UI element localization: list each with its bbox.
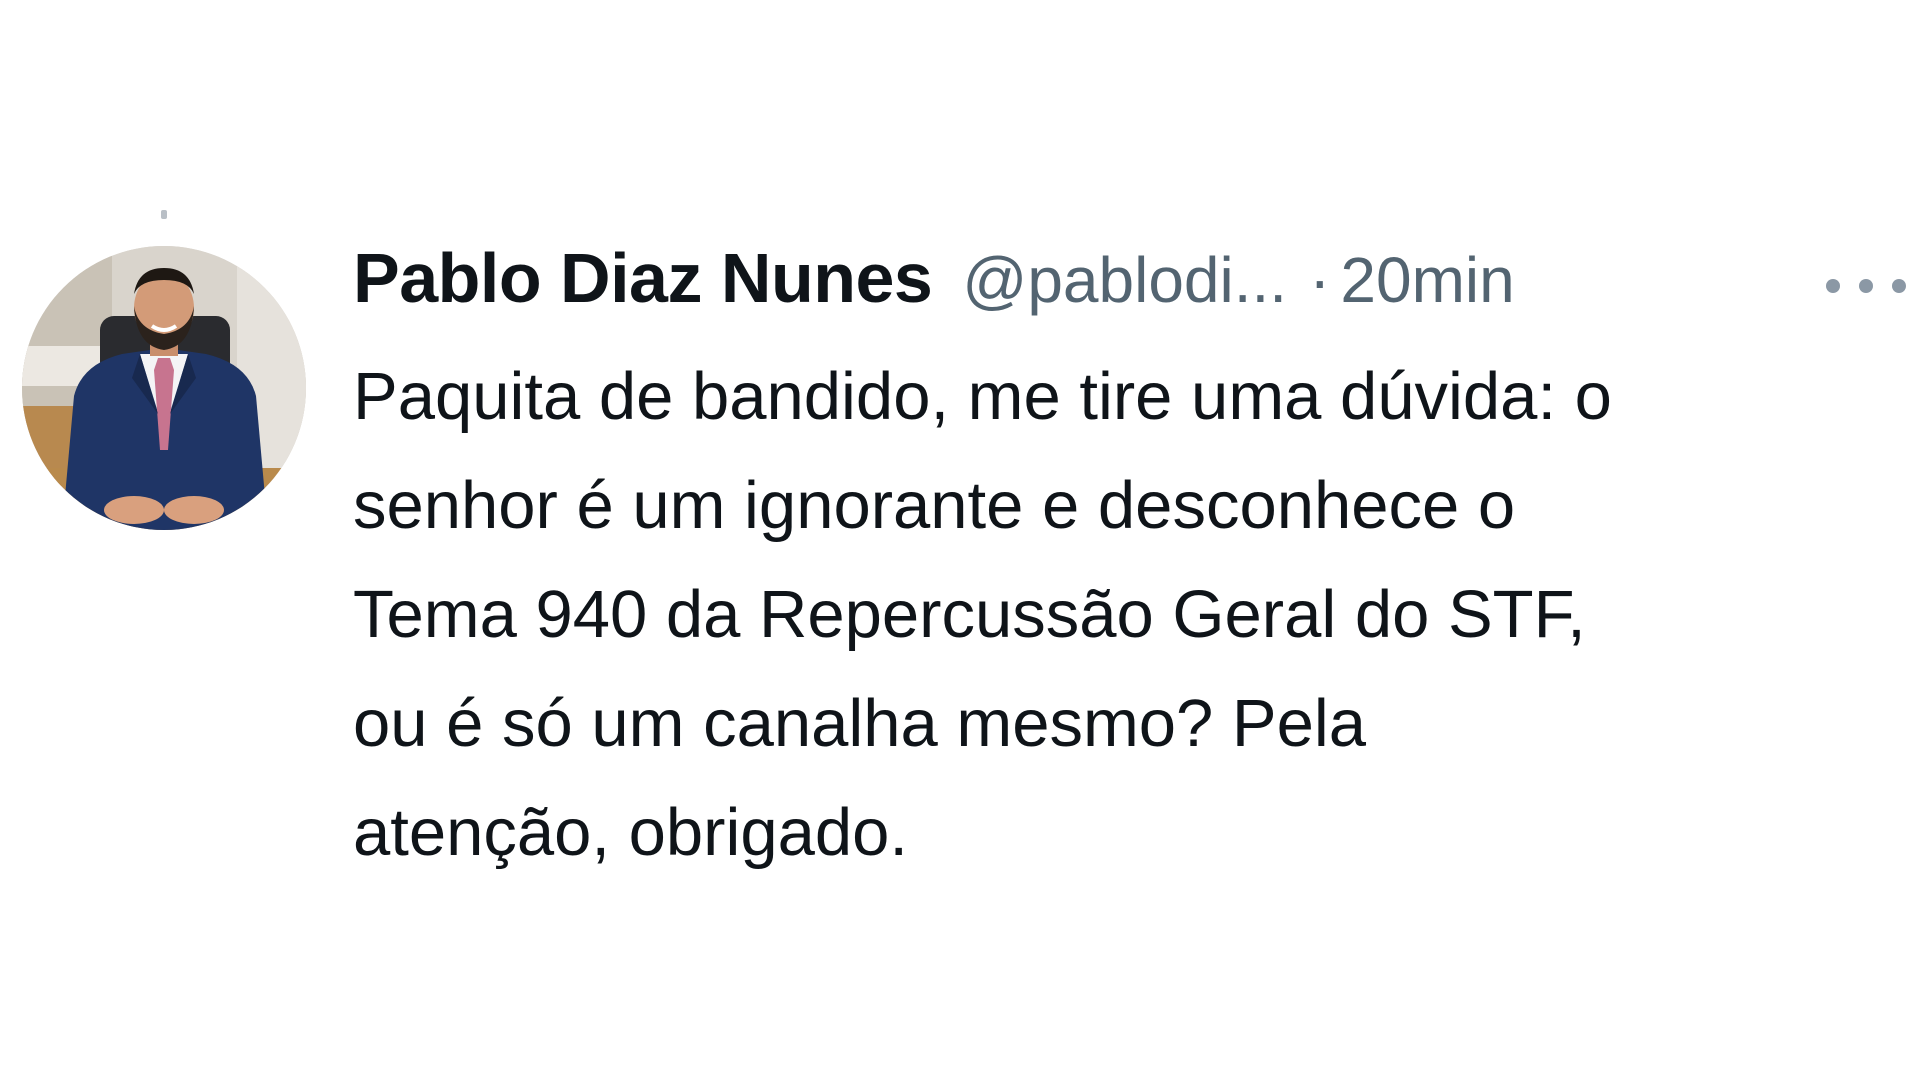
tweet-text-line: Tema 940 da Repercussão Geral do STF, — [353, 577, 1586, 652]
header-separator: · — [1309, 244, 1331, 316]
avatar[interactable] — [22, 246, 306, 530]
tweet-text-line: Paquita de bandido, me tire uma dúvida: … — [353, 359, 1612, 434]
tweet-header: Pablo Diaz Nunes @pablodi... · 20min — [353, 238, 1893, 328]
more-dot — [1826, 279, 1840, 293]
tweet-text-line: ou é só um canalha mesmo? Pela — [353, 686, 1367, 761]
more-dot — [1859, 279, 1873, 293]
author-handle[interactable]: @pablodi... — [962, 243, 1287, 317]
tweet-text-line: atenção, obrigado. — [353, 795, 909, 870]
more-horizontal-icon[interactable] — [1826, 275, 1906, 297]
tweet-timestamp[interactable]: 20min — [1340, 243, 1514, 317]
author-name[interactable]: Pablo Diaz Nunes — [353, 238, 933, 318]
tweet: Pablo Diaz Nunes @pablodi... · 20min Paq… — [353, 238, 1893, 887]
stray-dot — [161, 210, 167, 219]
avatar-photo — [22, 246, 306, 530]
more-dot — [1892, 279, 1906, 293]
tweet-screenshot: Pablo Diaz Nunes @pablodi... · 20min Paq… — [0, 0, 1920, 1080]
tweet-text-line: senhor é um ignorante e desconhece o — [353, 468, 1516, 543]
tweet-text: Paquita de bandido, me tire uma dúvida: … — [353, 342, 1913, 887]
